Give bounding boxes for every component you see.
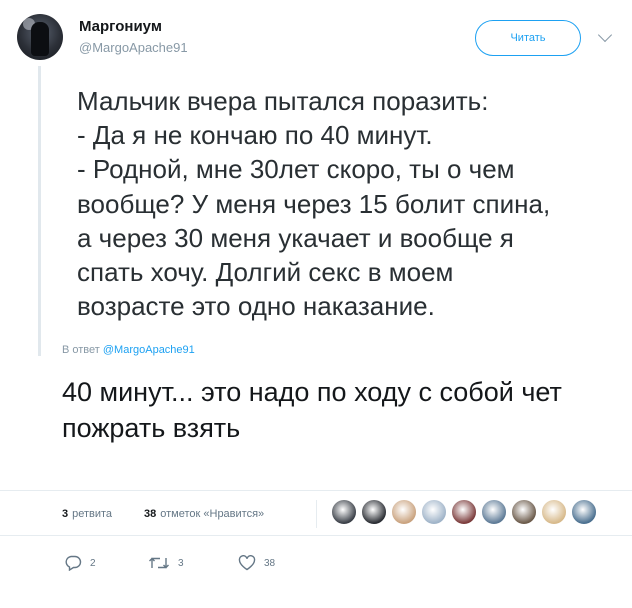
tweet-stats: 3 ретвита 38 отметок «Нравится»	[0, 490, 632, 536]
reply-to-label: В ответ @MargoApache91	[62, 344, 195, 356]
quoted-line: а через 30 меня укачает и вообще я	[77, 222, 514, 253]
likes-stat[interactable]: 38 отметок «Нравится»	[144, 508, 264, 520]
liker-avatar[interactable]	[391, 499, 417, 525]
retweet-stat-label: ретвита	[72, 508, 113, 520]
retweet-button[interactable]: 3	[148, 554, 184, 572]
liker-avatar[interactable]	[541, 499, 567, 525]
reply-count: 2	[90, 557, 96, 569]
liker-avatar[interactable]	[331, 499, 357, 525]
avatar-figure	[31, 22, 49, 56]
follow-button[interactable]: Читать	[475, 20, 581, 56]
quoted-tweet-text: Мальчик вчера пытался поразить: - Да я н…	[77, 84, 622, 323]
quoted-line: возрасте это одно наказание.	[77, 291, 435, 322]
tweet-line: 40 минут... это надо по ходу с собой чет	[62, 377, 562, 407]
retweet-count: 3	[178, 557, 184, 569]
reply-button[interactable]: 2	[64, 554, 96, 572]
retweet-icon	[148, 555, 170, 571]
tweet-actions: 2 3 38	[0, 548, 632, 576]
retweet-stat-count: 3	[62, 508, 69, 520]
reply-to-handle[interactable]: @MargoApache91	[103, 344, 195, 356]
tweet-text: 40 минут... это надо по ходу с собой чет…	[62, 374, 627, 446]
liker-avatar[interactable]	[481, 499, 507, 525]
likes-stat-label: отметок «Нравится»	[160, 508, 265, 520]
quoted-line: вообще? У меня через 15 болит спина,	[77, 188, 551, 219]
like-count: 38	[264, 557, 276, 569]
stats-divider	[316, 500, 317, 528]
quoted-line: спать хочу. Долгий секс в моем	[77, 257, 454, 288]
reply-icon	[64, 555, 82, 571]
liker-avatar[interactable]	[511, 499, 537, 525]
thread-line	[38, 66, 41, 356]
tweet-header: Маргониум @MargoApache91 Читать	[0, 0, 632, 70]
liker-avatar[interactable]	[421, 499, 447, 525]
like-button[interactable]: 38	[238, 554, 275, 572]
quoted-line: Мальчик вчера пытался поразить:	[77, 86, 489, 116]
likes-stat-count: 38	[144, 508, 157, 520]
liker-avatar[interactable]	[571, 499, 597, 525]
author-handle[interactable]: @MargoApache91	[79, 40, 188, 55]
avatar[interactable]	[17, 14, 63, 60]
liker-avatar[interactable]	[361, 499, 387, 525]
liker-avatar[interactable]	[451, 499, 477, 525]
author-name[interactable]: Маргониум	[79, 18, 162, 35]
quoted-line: - Да я не кончаю по 40 минут.	[77, 120, 433, 151]
tweet-line: пожрать взять	[62, 413, 241, 443]
chevron-down-icon[interactable]	[597, 27, 613, 43]
retweet-stat[interactable]: 3 ретвита	[62, 508, 112, 520]
heart-icon	[238, 555, 256, 571]
reply-to-prefix: В ответ	[62, 344, 100, 356]
quoted-line: - Родной, мне 30лет скоро, ты о чем	[77, 154, 515, 185]
